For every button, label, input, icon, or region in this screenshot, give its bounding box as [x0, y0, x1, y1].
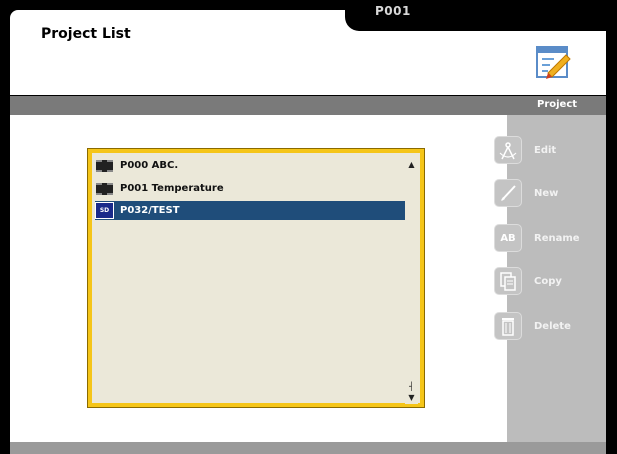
delete-button[interactable]: Delete [494, 310, 594, 342]
edit-button-label: Edit [534, 144, 557, 156]
notepad-pencil-icon[interactable] [534, 43, 572, 81]
page-title: Project List [41, 26, 131, 42]
chip-icon [95, 157, 114, 174]
new-button[interactable]: New [494, 177, 594, 209]
ab-rename-icon: AB [494, 224, 522, 252]
list-item[interactable]: P001 Temperature [95, 179, 408, 198]
sd-card-icon: SD [95, 202, 114, 219]
delete-button-label: Delete [534, 320, 571, 332]
trash-icon [494, 312, 522, 340]
rename-button-label: Rename [534, 232, 580, 244]
list-item-label: P032/TEST [120, 205, 180, 216]
compass-icon [494, 136, 522, 164]
rename-button[interactable]: AB Rename [494, 222, 594, 254]
title-strip [10, 96, 606, 115]
chip-icon [95, 180, 114, 197]
list-item-label: P000 ABC. [120, 160, 179, 171]
pen-icon [494, 179, 522, 207]
edit-button[interactable]: Edit [494, 134, 594, 166]
listbox-content: P000 ABC. P001 Temperature SD P032/TEST … [92, 153, 420, 404]
scroll-up-icon[interactable]: ▲ [405, 158, 418, 171]
new-button-label: New [534, 187, 559, 199]
copy-button-label: Copy [534, 275, 562, 287]
copy-button[interactable]: Copy [494, 265, 594, 297]
scrollbar[interactable]: ▲ ┤ ▼ [405, 158, 418, 404]
list-item-selected[interactable]: SD P032/TEST [95, 201, 408, 220]
copy-documents-icon [494, 267, 522, 295]
scroll-down-icon[interactable]: ▼ [405, 391, 418, 404]
section-label: Project [537, 99, 578, 110]
bottom-bar [10, 442, 606, 454]
list-item-label: P001 Temperature [120, 183, 224, 194]
project-tab-label: P001 [375, 4, 411, 18]
list-item[interactable]: P000 ABC. [95, 156, 408, 175]
project-listbox[interactable]: P000 ABC. P001 Temperature SD P032/TEST … [87, 148, 425, 408]
